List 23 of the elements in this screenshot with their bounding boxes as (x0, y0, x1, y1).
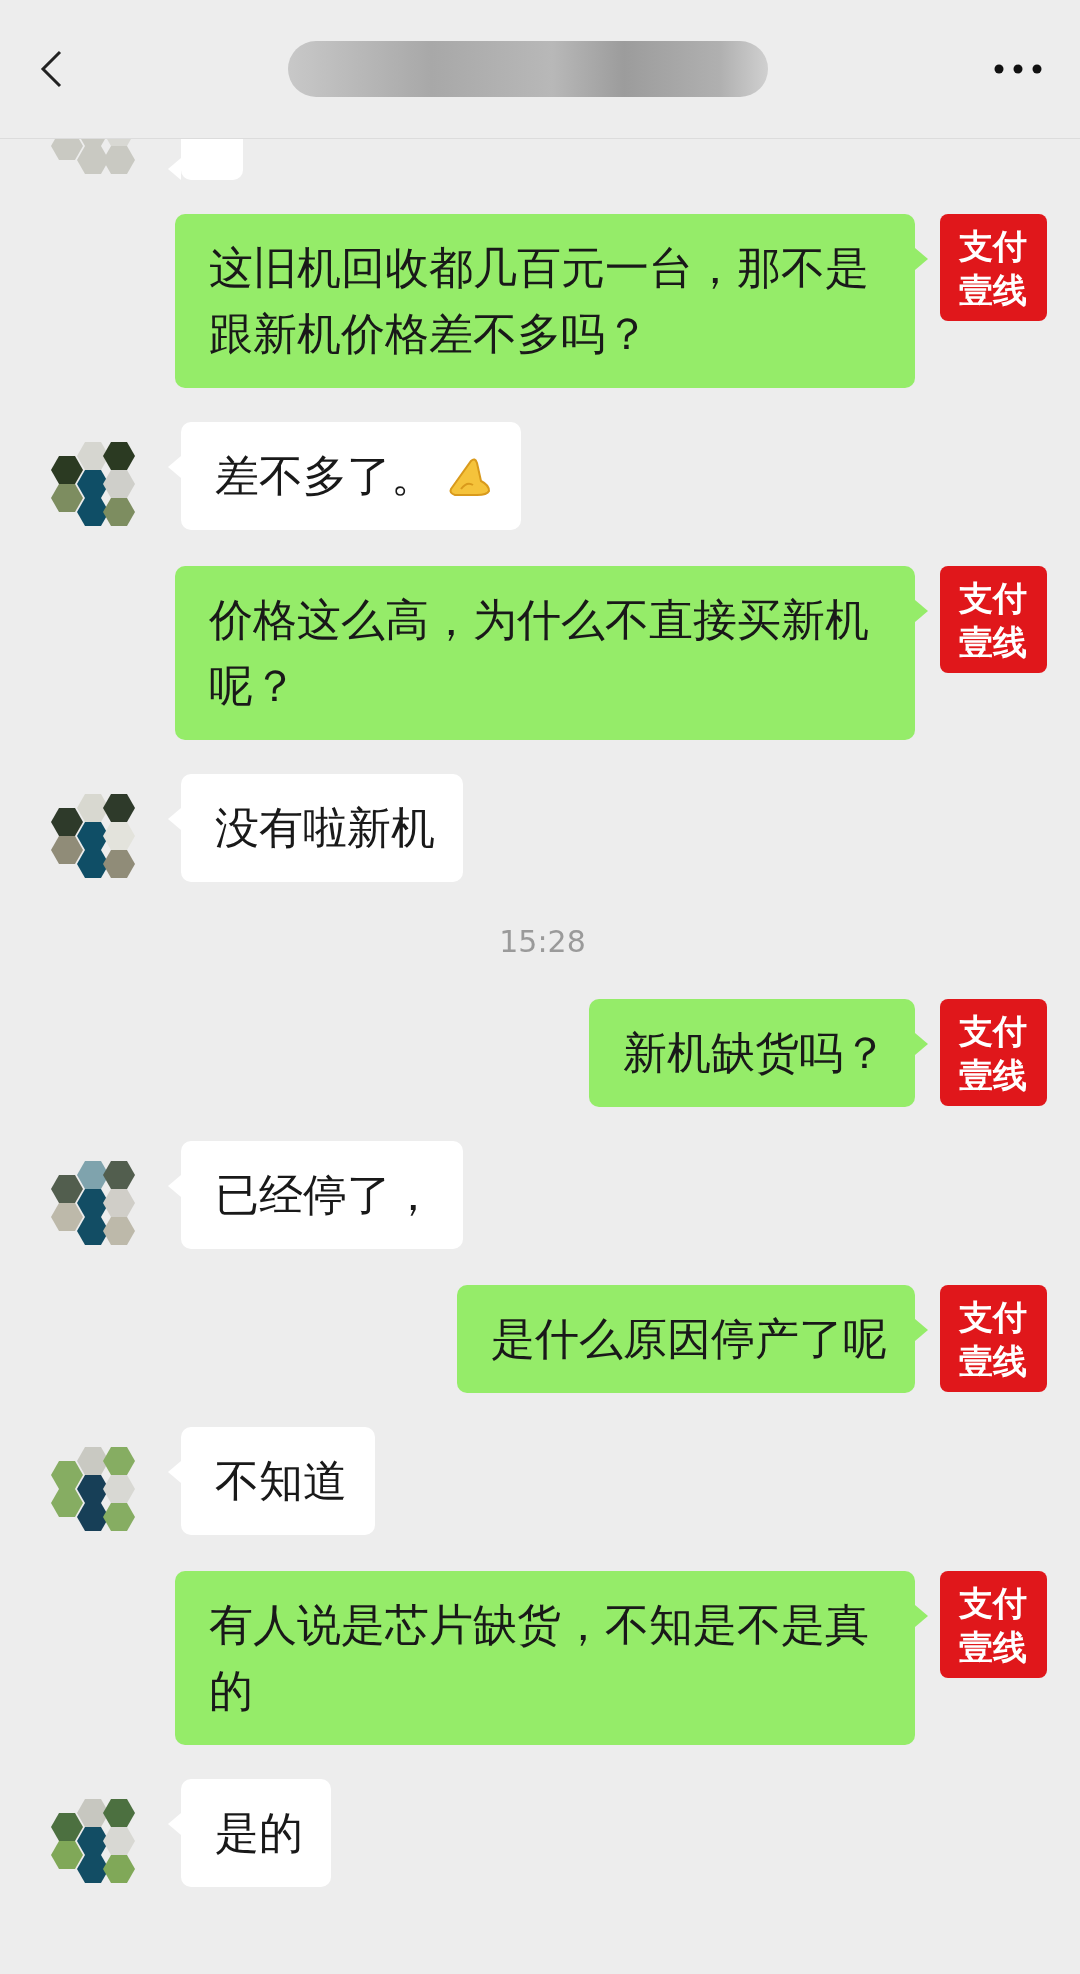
message-bubble: 没有啦新机 (181, 774, 463, 882)
bubble-tail (915, 600, 928, 622)
message-bubble: 不知道 (181, 1427, 375, 1535)
message-bubble: 这旧机回收都几百元一台，那不是跟新机价格差不多吗？ (175, 214, 915, 388)
timestamp: 15:28 (499, 923, 586, 961)
more-icon[interactable] (994, 64, 1042, 74)
message-bubble: 价格这么高，为什么不直接买新机呢？ (175, 566, 915, 740)
bubble-tail (915, 1033, 928, 1055)
back-icon[interactable] (40, 50, 62, 88)
avatar[interactable]: 支付壹线 (940, 1571, 1047, 1678)
message-bubble: 是什么原因停产了呢 (457, 1285, 915, 1393)
avatar[interactable]: 支付壹线 (940, 566, 1047, 673)
avatar[interactable]: 支付壹线 (940, 1285, 1047, 1392)
message-bubble: 有人说是芯片缺货，不知是不是真的 (175, 1571, 915, 1745)
bubble-tail (915, 248, 928, 270)
avatar[interactable]: 支付壹线 (940, 214, 1047, 321)
avatar[interactable]: 支付壹线 (940, 999, 1047, 1106)
message-bubble: 差不多了。 (181, 422, 521, 530)
message-bubble: 新机缺货吗？ (589, 999, 915, 1107)
message-bubble: 是的 (181, 1779, 331, 1887)
message-bubble: 已经停了， (181, 1141, 463, 1249)
bubble-tail (915, 1319, 928, 1341)
bubble-tail (915, 1605, 928, 1627)
